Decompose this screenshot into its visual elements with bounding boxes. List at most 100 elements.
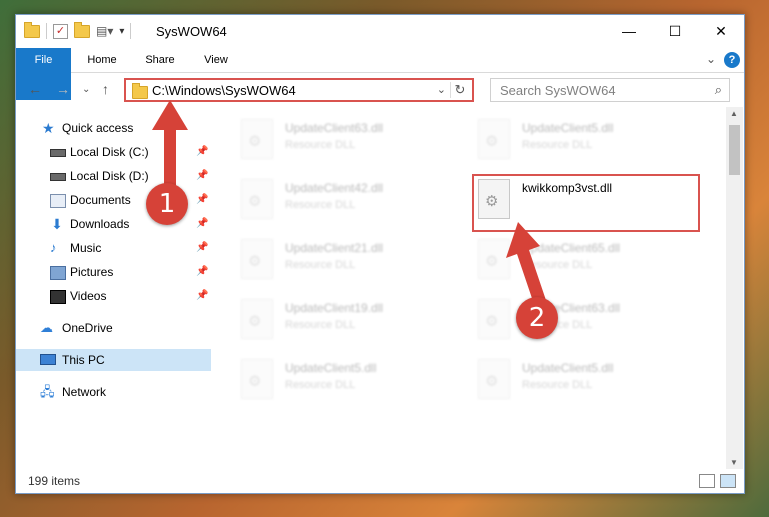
file-name: UpdateClient5.dll <box>522 361 614 375</box>
sidebar-item-label: Quick access <box>62 121 134 135</box>
list-item[interactable]: UpdateClient21.dll Resource DLL <box>229 235 459 287</box>
step-marker-2: 2 <box>516 297 558 339</box>
drive-icon <box>50 173 66 181</box>
folder-icon <box>24 21 40 38</box>
help-button[interactable]: ? <box>724 52 740 68</box>
search-box[interactable]: ⌕ <box>490 78 730 102</box>
search-input[interactable] <box>498 82 702 99</box>
star-icon: ★ <box>42 120 55 136</box>
tab-view[interactable]: View <box>190 48 242 72</box>
sidebar-item-label: Network <box>62 385 107 399</box>
customize-chevron-icon[interactable]: ▾ <box>119 26 124 37</box>
drive-icon <box>50 149 66 157</box>
status-bar: 199 items <box>16 469 744 493</box>
list-item[interactable]: UpdateClient19.dll Resource DLL <box>229 295 459 347</box>
sidebar-item-label: OneDrive <box>62 321 113 335</box>
folder-icon <box>132 83 148 99</box>
sidebar-item-label: Videos <box>70 289 107 303</box>
address-path[interactable]: C:\Windows\SysWOW64 <box>152 83 296 98</box>
list-item[interactable]: UpdateClient5.dll Resource DLL <box>229 355 459 407</box>
pin-icon[interactable]: 📌 <box>196 237 208 259</box>
sidebar-item-pictures[interactable]: Pictures 📌 <box>16 261 211 283</box>
dll-file-icon <box>241 239 273 279</box>
sidebar-item-onedrive[interactable]: ☁ OneDrive <box>16 317 211 339</box>
pictures-icon <box>50 266 66 280</box>
properties-icon[interactable]: ✓ <box>53 23 68 39</box>
maximize-button[interactable]: ☐ <box>652 15 698 48</box>
dll-file-icon <box>241 179 273 219</box>
file-explorer-window: ✓ ▤▾ ▾ SysWOW64 — ☐ ✕ File Home Share Vi… <box>15 14 745 494</box>
file-name: UpdateClient19.dll <box>285 301 384 315</box>
documents-icon <box>50 194 66 208</box>
videos-icon <box>50 290 66 304</box>
file-type: Resource DLL <box>522 139 593 151</box>
dll-file-icon <box>241 359 273 399</box>
dll-file-icon <box>241 119 273 159</box>
file-type: Resource DLL <box>285 199 356 211</box>
dll-file-icon <box>478 119 510 159</box>
ribbon-tabs: File Home Share View ⌄ ? <box>16 48 744 100</box>
file-list: UpdateClient63.dll Resource DLL UpdateCl… <box>211 107 726 469</box>
window-title: SysWOW64 <box>156 24 227 39</box>
computer-icon <box>40 354 56 365</box>
sidebar-item-music[interactable]: ♪ Music 📌 <box>16 237 211 259</box>
file-name: UpdateClient42.dll <box>285 181 384 195</box>
file-type: Resource DLL <box>522 379 593 391</box>
sidebar-item-label: Local Disk (C:) <box>70 145 149 159</box>
sidebar-item-label: Documents <box>70 193 131 207</box>
close-button[interactable]: ✕ <box>698 15 744 48</box>
address-bar[interactable]: C:\Windows\SysWOW64 ⌄ ↻ <box>124 78 474 102</box>
sidebar-item-label: This PC <box>62 353 105 367</box>
list-item[interactable]: UpdateClient42.dll Resource DLL <box>229 175 459 227</box>
file-name: UpdateClient5.dll <box>285 361 377 375</box>
vertical-scrollbar[interactable]: ▲ ▼ <box>726 107 743 469</box>
scroll-down-icon[interactable]: ▼ <box>730 458 738 467</box>
refresh-icon[interactable]: ↻ <box>450 82 469 98</box>
chevron-down-icon[interactable]: ⌄ <box>437 83 446 96</box>
quick-access-toolbar: ✓ ▤▾ ▾ <box>24 21 132 39</box>
sidebar-item-label: Pictures <box>70 265 114 279</box>
item-count: 199 items <box>28 474 81 488</box>
expand-ribbon-icon[interactable]: ⌄ <box>706 52 716 66</box>
sidebar-item-network[interactable]: 🖧 Network <box>16 381 211 403</box>
title-bar: ✓ ▤▾ ▾ SysWOW64 — ☐ ✕ <box>16 15 744 48</box>
file-name: UpdateClient5.dll <box>522 121 614 135</box>
scroll-up-icon[interactable]: ▲ <box>730 109 738 118</box>
file-type: Resource DLL <box>285 379 356 391</box>
list-item[interactable]: UpdateClient63.dll Resource DLL <box>229 115 459 167</box>
network-icon: 🖧 <box>40 384 55 399</box>
details-view-icon[interactable] <box>699 474 715 488</box>
forward-arrow-icon[interactable]: → <box>56 81 70 97</box>
file-type: Resource DLL <box>285 319 356 331</box>
divider <box>46 23 47 39</box>
recent-locations-icon[interactable]: ⌄ <box>82 84 90 95</box>
minimize-button[interactable]: — <box>606 15 652 48</box>
cloud-icon: ☁ <box>40 320 53 335</box>
list-item[interactable]: UpdateClient5.dll Resource DLL <box>466 115 696 167</box>
file-type: Resource DLL <box>285 139 356 151</box>
back-arrow-icon[interactable]: ← <box>28 81 42 97</box>
music-icon: ♪ <box>50 240 57 255</box>
tab-home[interactable]: Home <box>76 48 128 72</box>
file-type: Resource DLL <box>285 259 356 271</box>
new-folder-icon[interactable] <box>74 21 90 38</box>
sidebar-item-label: Music <box>70 241 102 255</box>
scrollbar-thumb[interactable] <box>729 125 740 175</box>
sidebar-item-this-pc[interactable]: This PC <box>16 349 211 371</box>
sidebar-item-label: Downloads <box>70 217 130 231</box>
pin-icon[interactable]: 📌 <box>196 285 208 307</box>
up-arrow-icon[interactable]: ↑ <box>102 81 109 97</box>
search-icon[interactable]: ⌕ <box>715 82 722 98</box>
pin-icon[interactable]: 📌 <box>196 261 208 283</box>
customize-toolbar-icon[interactable]: ▤▾ <box>96 24 113 38</box>
divider <box>130 23 132 39</box>
step-marker-1: 1 <box>146 183 188 225</box>
address-row: ← → ⌄ ↑ C:\Windows\SysWOW64 ⌄ ↻ ⌕ <box>16 73 744 107</box>
file-name: UpdateClient63.dll <box>285 121 384 135</box>
download-icon: ⬇ <box>51 216 63 232</box>
large-icons-view-icon[interactable] <box>720 474 736 488</box>
file-name: UpdateClient21.dll <box>285 241 384 255</box>
list-item[interactable]: UpdateClient5.dll Resource DLL <box>466 355 696 407</box>
tab-share[interactable]: Share <box>134 48 186 72</box>
sidebar-item-videos[interactable]: Videos 📌 <box>16 285 211 307</box>
